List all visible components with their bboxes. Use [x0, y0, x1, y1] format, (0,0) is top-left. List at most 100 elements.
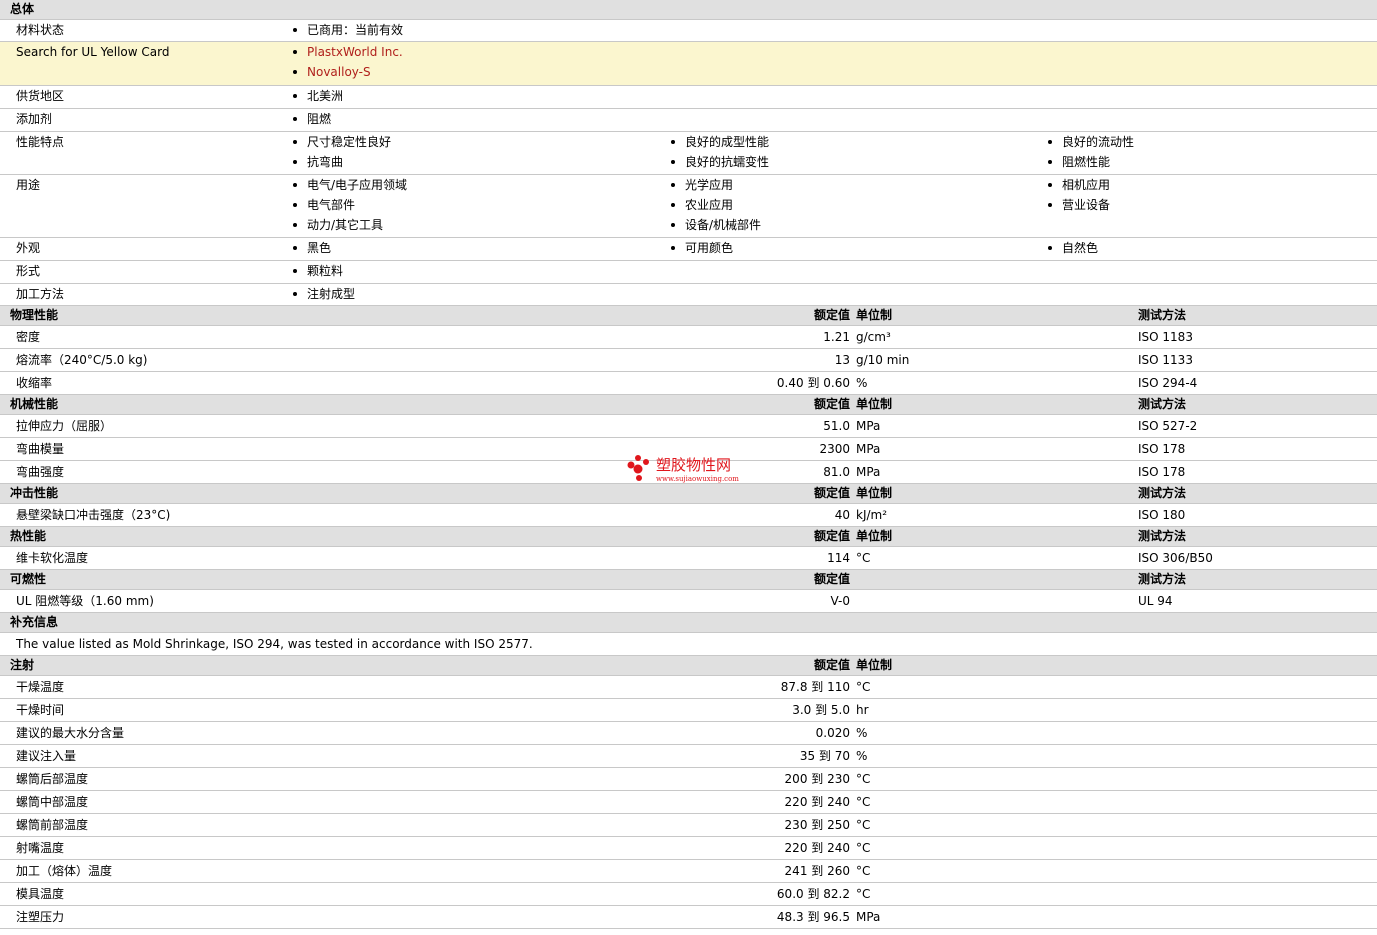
- property-unit: °C: [856, 818, 871, 832]
- row-label: 材料状态: [16, 23, 65, 37]
- property-value: 60.0 到 82.2: [776, 887, 850, 901]
- property-label: 射嘴温度: [16, 841, 65, 855]
- property-unit: MPa: [856, 910, 881, 924]
- watermark-url: www.sujiaowuxing.com: [656, 475, 739, 483]
- property-value: V-0: [830, 594, 850, 608]
- property-row: 收缩率 0.40 到 0.60% ISO 294-4: [0, 372, 1377, 395]
- property-value: 220 到 240: [784, 841, 850, 855]
- property-value: 0.020: [815, 726, 850, 740]
- property-value: 230 到 250: [784, 818, 850, 832]
- nominal-header: 额定值: [813, 572, 850, 586]
- section-header-thermal: 热性能 额定值 单位制 测试方法: [0, 527, 1377, 547]
- property-label: 螺筒前部温度: [16, 818, 89, 832]
- property-label: 螺筒后部温度: [16, 772, 89, 786]
- section-title: 热性能: [10, 529, 47, 543]
- general-row: 用途 电气/电子应用领域 光学应用 相机应用 电气部件 农业应用 营业设备 动力/其它工具 设备…: [0, 175, 1377, 238]
- property-value: 241 到 260: [784, 864, 850, 878]
- unit-header: 单位制: [856, 658, 893, 672]
- property-value: 2300: [819, 442, 850, 456]
- row-label: 外观: [16, 241, 41, 255]
- property-label: 干燥温度: [16, 680, 65, 694]
- row-label: 用途: [16, 178, 41, 192]
- list-item: 阻燃: [292, 112, 332, 126]
- property-row: 干燥时间 3.0 到 5.0 hr: [0, 699, 1377, 722]
- property-unit: MPa: [856, 442, 881, 456]
- property-label: 干燥时间: [16, 703, 65, 717]
- section-title: 可燃性: [10, 572, 47, 586]
- list-item: 动力/其它工具: [292, 218, 384, 232]
- section-header-flammability: 可燃性 额定值 测试方法: [0, 570, 1377, 590]
- property-unit: °C: [856, 551, 871, 565]
- general-row: 添加剂 阻燃: [0, 109, 1377, 132]
- test-method-header: 测试方法: [1138, 397, 1187, 411]
- property-row: 射嘴温度 220 到 240 °C: [0, 837, 1377, 860]
- nominal-header: 额定值: [813, 397, 850, 411]
- property-value: 3.0 到 5.0: [792, 703, 850, 717]
- property-label: 熔流率（240°C/5.0 kg): [16, 353, 148, 367]
- datasheet-page: 总体 材料状态 已商用：当前有效 Search for UL Yellow Card P…: [0, 0, 1377, 935]
- list-item: 良好的流动性: [1047, 135, 1135, 149]
- property-row: 密度 1.21 g/cm³ ISO 1183: [0, 326, 1377, 349]
- list-item: 电气/电子应用领域: [292, 178, 408, 192]
- list-item: 良好的成型性能: [670, 135, 770, 149]
- property-row: 熔流率（240°C/5.0 kg) 13 g/10 min ISO 1133: [0, 349, 1377, 372]
- property-unit: %: [856, 726, 868, 740]
- section-header-physical: 物理性能 额定值 单位制 测试方法: [0, 306, 1377, 326]
- row-label: 加工方法: [16, 287, 65, 301]
- watermark-dot: [627, 461, 635, 469]
- nominal-header: 额定值: [813, 658, 850, 672]
- supplemental-note: The value listed as Mold Shrinkage, ISO …: [16, 637, 533, 651]
- list-item: 已商用：当前有效: [292, 23, 404, 37]
- list-item: 光学应用: [670, 178, 734, 192]
- property-label: 建议的最大水分含量: [16, 726, 125, 740]
- yellow-card-link[interactable]: Novalloy-S: [293, 65, 371, 79]
- general-row: 加工方法 注射成型: [0, 284, 1377, 306]
- property-unit: °C: [856, 795, 871, 809]
- list-item: 注射成型: [292, 287, 356, 301]
- property-row: 螺筒后部温度 200 到 230 °C: [0, 768, 1377, 791]
- yellow-card-link[interactable]: PlastxWorld Inc.: [293, 45, 403, 59]
- property-unit: °C: [856, 772, 871, 786]
- watermark-name: 塑胶物性网: [656, 456, 731, 474]
- property-label: 密度: [16, 330, 41, 344]
- general-row: 形式 颗粒料: [0, 261, 1377, 284]
- section-header-injection: 注射 额定值 单位制: [0, 656, 1377, 676]
- property-unit: °C: [856, 841, 871, 855]
- watermark-dot: [633, 464, 643, 474]
- unit-header: 单位制: [856, 397, 893, 411]
- property-value: 1.21: [823, 330, 850, 344]
- property-unit: g/10 min: [856, 353, 910, 367]
- list-item: 尺寸稳定性良好: [292, 135, 392, 149]
- property-unit: MPa: [856, 465, 881, 479]
- general-row: 供货地区 北美洲: [0, 86, 1377, 109]
- list-item: 黑色: [292, 241, 332, 255]
- section-header-mechanical: 机械性能 额定值 单位制 测试方法: [0, 395, 1377, 415]
- section-title: 物理性能: [10, 308, 59, 322]
- test-method: UL 94: [1138, 594, 1173, 608]
- property-value: 220 到 240: [784, 795, 850, 809]
- property-row: 建议的最大水分含量 0.020%: [0, 722, 1377, 745]
- property-row: 注塑压力 48.3 到 96.5 MPa: [0, 906, 1377, 929]
- list-item: 抗弯曲: [292, 155, 344, 169]
- list-item: 颗粒料: [292, 264, 344, 278]
- row-label: 性能特点: [16, 135, 65, 149]
- property-label: 加工（熔体）温度: [16, 864, 113, 878]
- property-unit: MPa: [856, 419, 881, 433]
- watermark-dot: [636, 475, 642, 481]
- property-value: 13: [834, 353, 850, 367]
- property-unit: kJ/m²: [856, 508, 888, 522]
- test-method: ISO 178: [1138, 442, 1186, 456]
- list-item: 可用颜色: [670, 241, 734, 255]
- section-title: 机械性能: [10, 397, 59, 411]
- property-value: 200 到 230: [784, 772, 850, 786]
- general-row: Search for UL Yellow Card PlastxWorld Inc…: [0, 42, 1377, 86]
- list-item: 农业应用: [670, 198, 734, 212]
- property-label: 收缩率: [16, 376, 53, 390]
- property-unit: hr: [856, 703, 869, 717]
- unit-header: 单位制: [856, 486, 893, 500]
- row-label: 添加剂: [16, 112, 53, 126]
- property-value: 0.40 到 0.60: [776, 376, 850, 390]
- test-method-header: 测试方法: [1138, 529, 1187, 543]
- property-label: 拉伸应力（屈服）: [16, 419, 113, 433]
- property-row: 加工（熔体）温度 241 到 260 °C: [0, 860, 1377, 883]
